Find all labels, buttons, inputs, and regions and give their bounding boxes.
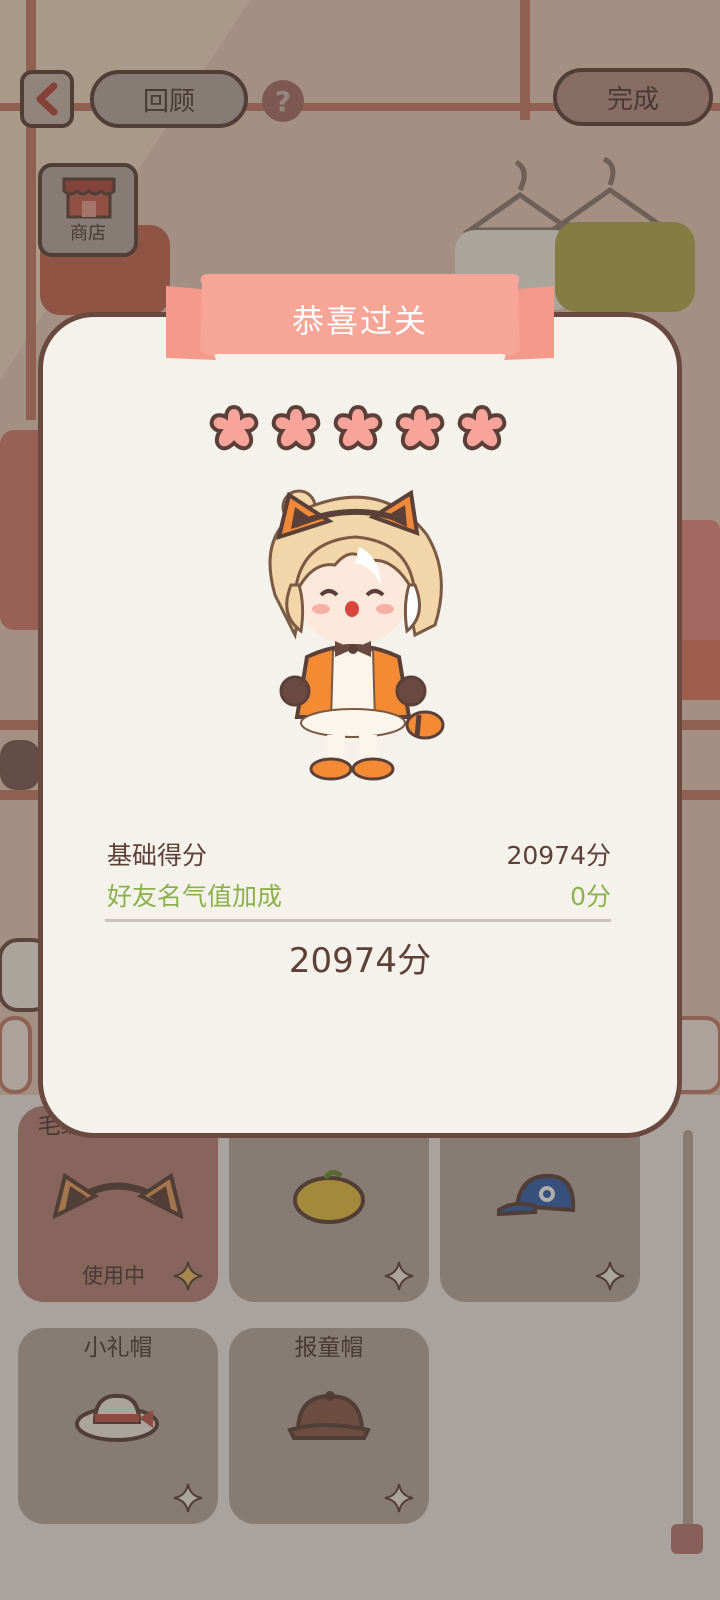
friend-bonus-row: 好友名气值加成 0分 — [107, 876, 611, 914]
character-portrait — [268, 489, 445, 781]
friend-bonus-value: 0分 — [570, 882, 611, 911]
rating-stars — [208, 403, 508, 455]
base-score-row: 基础得分 20974分 — [107, 835, 611, 873]
base-score-value: 20974分 — [506, 841, 611, 870]
base-score-label: 基础得分 — [107, 841, 208, 870]
flower-star-icon — [209, 404, 259, 451]
flower-star-icon — [333, 404, 383, 451]
total-score: 20974分 — [288, 941, 432, 981]
score-divider — [105, 919, 611, 922]
flower-star-icon — [395, 404, 445, 451]
flower-star-icon — [457, 404, 507, 451]
dialog-title: 恭喜过关 — [291, 302, 428, 340]
flower-star-icon — [271, 404, 321, 451]
friend-bonus-label: 好友名气值加成 — [107, 882, 283, 911]
